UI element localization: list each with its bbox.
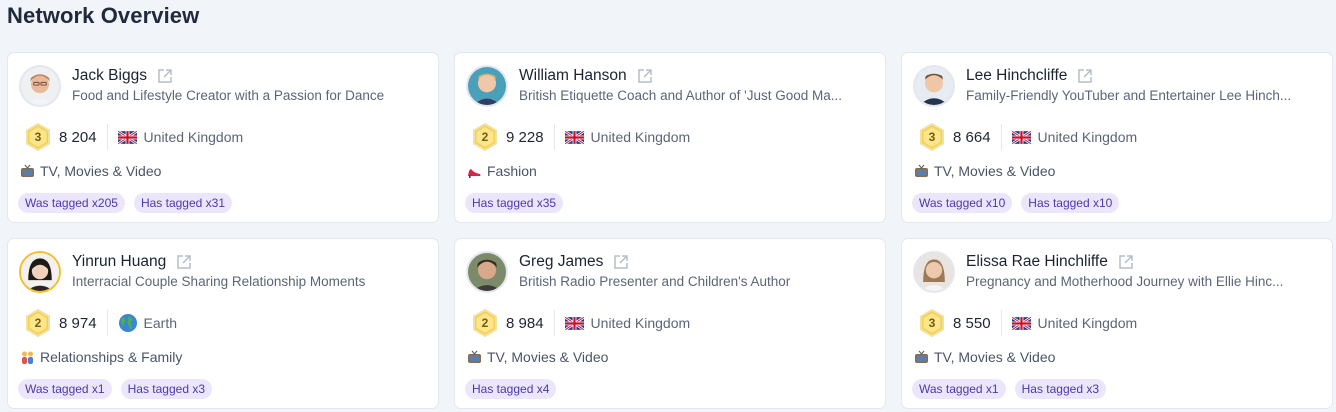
rank-medal-icon: 2: [469, 309, 501, 337]
country-name: United Kingdom: [1037, 129, 1138, 145]
creator-grid: Jack Biggs Food and Lifestyle Creator wi…: [7, 52, 1335, 412]
external-link-icon[interactable]: [612, 253, 630, 271]
category-label: TV, Movies & Video: [934, 163, 1056, 179]
tag-badge[interactable]: Was tagged x1: [18, 379, 112, 399]
tag-badge[interactable]: Was tagged x10: [912, 193, 1013, 213]
avatar[interactable]: [466, 65, 508, 107]
uk-flag-icon: [1011, 316, 1031, 330]
rank-number: 2: [34, 316, 42, 330]
external-link-icon[interactable]: [1117, 253, 1135, 271]
uk-flag-icon: [1011, 130, 1031, 144]
creator-name[interactable]: William Hanson: [519, 67, 627, 85]
rank-medal-icon: 2: [22, 309, 54, 337]
tv-icon: [467, 350, 482, 365]
rank-medal-icon: 2: [469, 123, 501, 151]
stats-divider: [106, 124, 108, 150]
rank-number: 2: [481, 130, 489, 144]
high-heel-icon: [467, 164, 482, 179]
category-label: TV, Movies & Video: [40, 163, 162, 179]
external-link-icon[interactable]: [1076, 67, 1094, 85]
creator-description: Interracial Couple Sharing Relationship …: [72, 274, 366, 289]
tag-badge[interactable]: Has tagged x3: [1014, 379, 1106, 399]
follower-count: 9 228: [506, 128, 544, 146]
avatar[interactable]: [19, 65, 61, 107]
tag-badge[interactable]: Has tagged x35: [465, 193, 564, 213]
category-label: TV, Movies & Video: [487, 349, 609, 365]
avatar[interactable]: [19, 251, 61, 293]
follower-count: 8 974: [59, 314, 97, 332]
creator-description: British Etiquette Coach and Author of 'J…: [519, 88, 843, 103]
page-title: Network Overview: [7, 3, 200, 28]
rank-number: 2: [481, 316, 489, 330]
avatar[interactable]: [466, 251, 508, 293]
follower-count: 8 984: [506, 314, 544, 332]
external-link-icon[interactable]: [175, 253, 193, 271]
follower-count: 8 204: [59, 128, 97, 146]
creator-description: Food and Lifestyle Creator with a Passio…: [72, 88, 385, 103]
country-name: Earth: [143, 315, 178, 331]
category-label: Relationships & Family: [40, 349, 183, 365]
uk-flag-icon: [117, 130, 137, 144]
tag-badge[interactable]: Has tagged x31: [133, 193, 233, 213]
creator-name[interactable]: Greg James: [519, 253, 603, 271]
rank-medal-icon: 3: [22, 123, 54, 151]
tag-badge[interactable]: Has tagged x3: [120, 379, 212, 399]
rank-medal-icon: 3: [916, 123, 948, 151]
avatar[interactable]: [913, 251, 955, 293]
country-name: United Kingdom: [1037, 315, 1138, 331]
country-name: United Kingdom: [143, 129, 244, 145]
stats-divider: [106, 310, 108, 336]
couple-icon: [20, 350, 35, 365]
tag-badge[interactable]: Was tagged x1: [912, 379, 1006, 399]
tv-icon: [914, 164, 929, 179]
creator-name[interactable]: Lee Hinchcliffe: [966, 67, 1067, 85]
creator-card[interactable]: William Hanson British Etiquette Coach a…: [454, 52, 886, 223]
rank-number: 3: [34, 130, 42, 144]
creator-card[interactable]: Greg James British Radio Presenter and C…: [454, 238, 886, 409]
avatar[interactable]: [913, 65, 955, 107]
rank-number: 3: [928, 316, 936, 330]
tv-icon: [20, 164, 35, 179]
rank-number: 3: [928, 130, 936, 144]
external-link-icon[interactable]: [156, 67, 174, 85]
creator-description: British Radio Presenter and Children's A…: [519, 274, 791, 289]
creator-description: Family-Friendly YouTuber and Entertainer…: [966, 88, 1292, 103]
uk-flag-icon: [564, 130, 584, 144]
creator-name[interactable]: Jack Biggs: [72, 67, 147, 85]
tag-badge[interactable]: Was tagged x205: [18, 193, 125, 213]
creator-description: Pregnancy and Motherhood Journey with El…: [966, 274, 1284, 289]
stats-divider: [553, 124, 555, 150]
creator-name[interactable]: Elissa Rae Hinchliffe: [966, 253, 1108, 271]
creator-name[interactable]: Yinrun Huang: [72, 253, 166, 271]
tag-badge[interactable]: Has tagged x10: [1021, 193, 1120, 213]
tag-badge[interactable]: Has tagged x4: [465, 379, 557, 399]
creator-card[interactable]: Lee Hinchcliffe Family-Friendly YouTuber…: [901, 52, 1333, 223]
tv-icon: [914, 350, 929, 365]
creator-card[interactable]: Jack Biggs Food and Lifestyle Creator wi…: [7, 52, 439, 223]
follower-count: 8 664: [953, 128, 991, 146]
creator-card[interactable]: Elissa Rae Hinchliffe Pregnancy and Moth…: [901, 238, 1333, 409]
stats-divider: [1000, 124, 1002, 150]
follower-count: 8 550: [953, 314, 991, 332]
external-link-icon[interactable]: [636, 67, 654, 85]
rank-medal-icon: 3: [916, 309, 948, 337]
uk-flag-icon: [564, 316, 584, 330]
globe-icon: [118, 313, 138, 333]
stats-divider: [1000, 310, 1002, 336]
creator-card[interactable]: Yinrun Huang Interracial Couple Sharing …: [7, 238, 439, 409]
category-label: Fashion: [487, 163, 537, 179]
stats-divider: [553, 310, 555, 336]
country-name: United Kingdom: [590, 315, 691, 331]
category-label: TV, Movies & Video: [934, 349, 1056, 365]
country-name: United Kingdom: [590, 129, 691, 145]
